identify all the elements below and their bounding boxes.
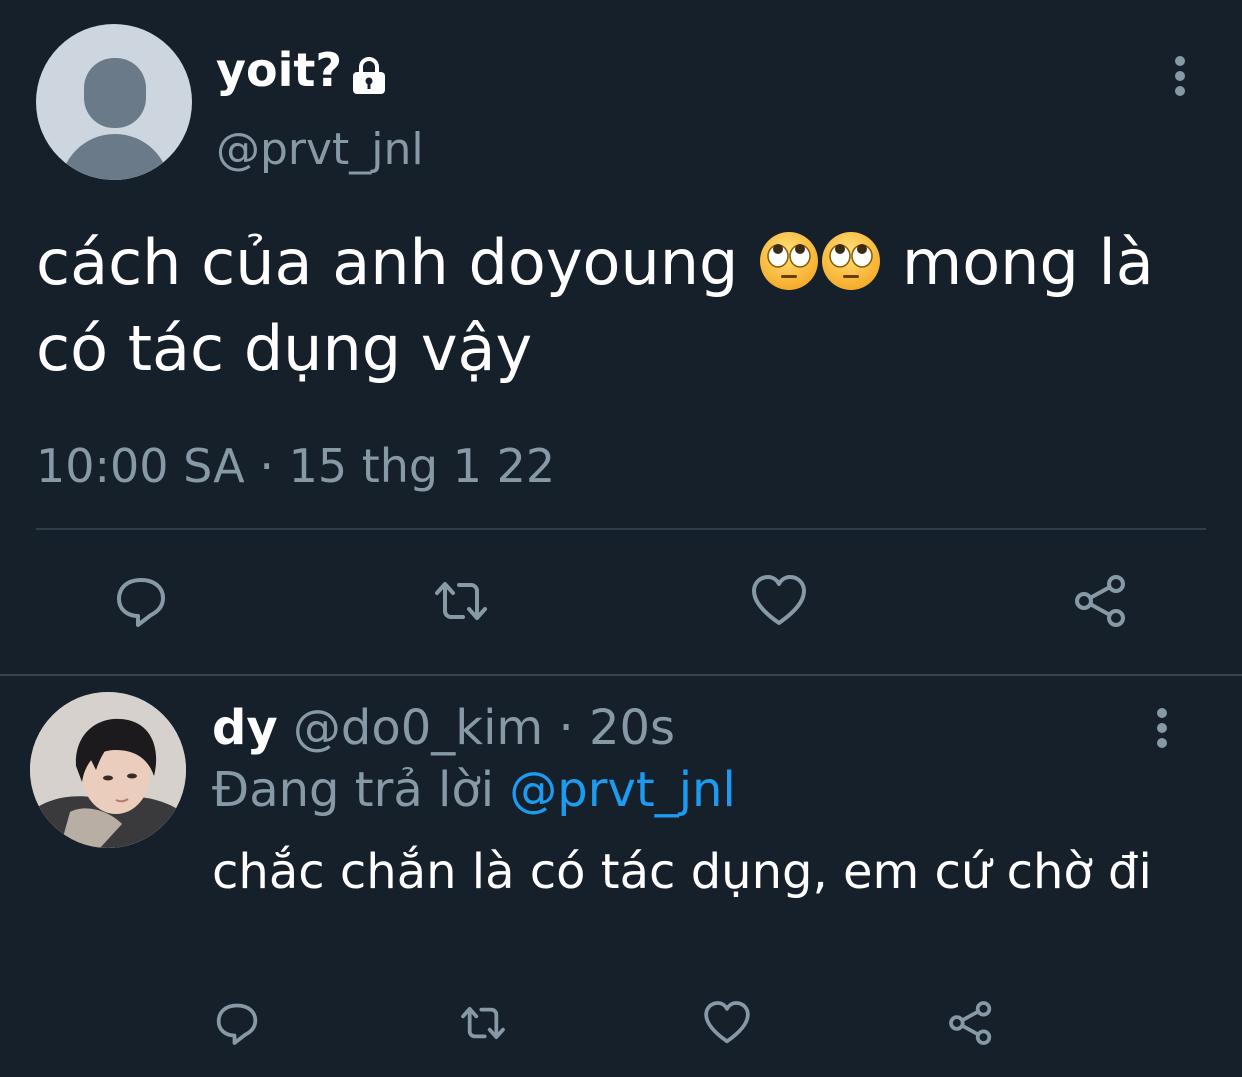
more-vertical-icon[interactable]: [1160, 52, 1200, 100]
reply-header: dy @do0_kim · 20s: [212, 698, 675, 758]
author-display-name[interactable]: yoit?: [216, 40, 342, 100]
replying-to-mention[interactable]: @prvt_jnl: [509, 762, 736, 818]
reply-author-handle[interactable]: @do0_kim: [293, 700, 543, 756]
share-icon[interactable]: [1066, 566, 1136, 636]
reply-text: chắc chắn là có tác dụng, em cứ chờ đi: [212, 844, 1152, 900]
author-handle[interactable]: @prvt_jnl: [216, 122, 424, 178]
reply-author-name[interactable]: dy: [212, 700, 278, 756]
author-avatar[interactable]: [36, 24, 192, 180]
reply-author-avatar[interactable]: [30, 692, 186, 848]
reply-icon[interactable]: [202, 988, 272, 1058]
default-avatar-body: [60, 134, 170, 180]
tweet-text-part: cách của anh doyoung: [36, 226, 759, 299]
retweet-icon[interactable]: [426, 566, 496, 636]
reply-time: · 20s: [558, 700, 676, 756]
default-avatar-head: [84, 58, 146, 128]
like-icon[interactable]: [692, 988, 762, 1058]
more-vertical-icon[interactable]: [1142, 704, 1182, 752]
divider: [36, 528, 1206, 530]
face-with-rolling-eyes-icon: [758, 228, 820, 290]
retweet-icon[interactable]: [448, 988, 518, 1058]
like-icon[interactable]: [744, 566, 814, 636]
replying-to: Đang trả lời @prvt_jnl: [212, 760, 736, 820]
face-with-rolling-eyes-icon: [820, 228, 882, 290]
replying-prefix: Đang trả lời: [212, 762, 510, 818]
tweet-timestamp[interactable]: 10:00 SA · 15 thg 1 22: [36, 436, 555, 496]
share-icon[interactable]: [936, 988, 1006, 1058]
tweet-text: cách của anh doyoung mong là có tác dụng…: [36, 220, 1216, 392]
lock-icon: [350, 50, 388, 94]
author-name-row[interactable]: yoit?: [216, 40, 388, 100]
divider: [0, 674, 1242, 676]
reply-icon[interactable]: [106, 566, 176, 636]
